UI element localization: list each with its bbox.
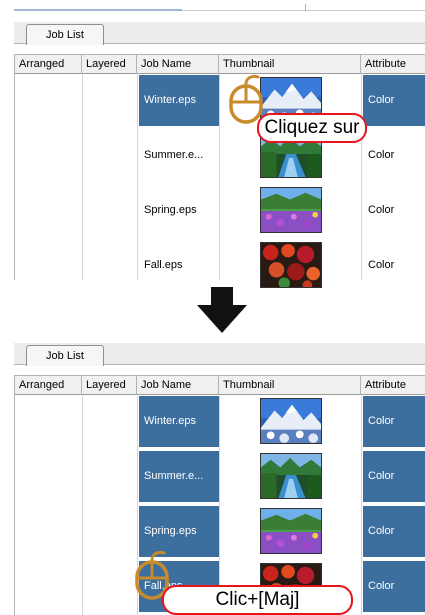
attribute-cell: Color (363, 506, 425, 557)
job-name-cell: Spring.eps (144, 204, 197, 216)
table-header: Arranged Layered Job Name Thumbnail Attr… (15, 55, 425, 74)
thumbnail-cell (220, 506, 360, 557)
column-header-arranged[interactable]: Arranged (15, 55, 82, 74)
job-list-panel-after: Job List Arranged Layered Job Name Thumb… (14, 343, 425, 615)
column-header-thumbnail[interactable]: Thumbnail (219, 376, 361, 395)
summer-river-thumbnail (260, 453, 322, 499)
thumbnail-cell (220, 185, 360, 236)
column-header-layered[interactable]: Layered (82, 55, 137, 74)
table-row[interactable]: Fall.eps Color (15, 240, 425, 291)
job-list-table: Arranged Layered Job Name Thumbnail Attr… (14, 375, 425, 615)
tab-job-list[interactable]: Job List (26, 24, 104, 45)
spring-flowers-thumbnail (260, 508, 322, 554)
table-row[interactable]: Spring.eps Color (15, 506, 425, 557)
column-header-layered[interactable]: Layered (82, 376, 137, 395)
tab-bar: Job List (14, 343, 425, 366)
spring-flowers-thumbnail (260, 187, 322, 233)
attribute-cell: Color (363, 75, 425, 126)
thumbnail-cell (220, 396, 360, 447)
column-header-attribute[interactable]: Attribute (361, 376, 425, 395)
strip-highlight (14, 9, 182, 11)
job-name-cell: Fall.eps (144, 259, 183, 271)
column-header-job-name[interactable]: Job Name (137, 376, 219, 395)
tab-job-list[interactable]: Job List (26, 345, 104, 366)
job-list-table: Arranged Layered Job Name Thumbnail Attr… (14, 54, 425, 288)
attribute-cell: Color (363, 396, 425, 447)
mouse-icon (229, 74, 263, 124)
job-name-cell: Summer.e... (144, 149, 204, 161)
table-header: Arranged Layered Job Name Thumbnail Attr… (15, 376, 425, 395)
shift-click-callout: Clic+[Maj] (162, 585, 353, 615)
attribute-cell: Color (363, 451, 425, 502)
column-header-thumbnail[interactable]: Thumbnail (219, 55, 361, 74)
table-row[interactable]: Spring.eps Color (15, 185, 425, 236)
column-header-job-name[interactable]: Job Name (137, 55, 219, 74)
job-name-cell: Winter.eps (139, 75, 219, 126)
strip-tick (305, 4, 306, 11)
attribute-cell: Color (368, 259, 395, 271)
previous-window-strip (14, 0, 425, 13)
thumbnail-cell (220, 240, 360, 291)
attribute-cell: Color (368, 204, 395, 216)
arrow-down-icon (197, 287, 247, 333)
winter-mountain-thumbnail (260, 398, 322, 444)
click-callout: Cliquez sur (257, 113, 367, 143)
thumbnail-cell (220, 451, 360, 502)
table-row[interactable]: Winter.eps Color (15, 396, 425, 447)
job-name-cell: Winter.eps (139, 396, 219, 447)
job-list-panel-before: Job List Arranged Layered Job Name Thumb… (14, 22, 425, 288)
column-header-attribute[interactable]: Attribute (361, 55, 425, 74)
attribute-cell: Color (368, 149, 395, 161)
job-name-cell: Summer.e... (139, 451, 219, 502)
tab-bar: Job List (14, 22, 425, 45)
column-header-arranged[interactable]: Arranged (15, 376, 82, 395)
fall-leaves-thumbnail (260, 242, 322, 288)
table-row[interactable]: Summer.e... Color (15, 451, 425, 502)
attribute-cell: Color (363, 561, 425, 612)
